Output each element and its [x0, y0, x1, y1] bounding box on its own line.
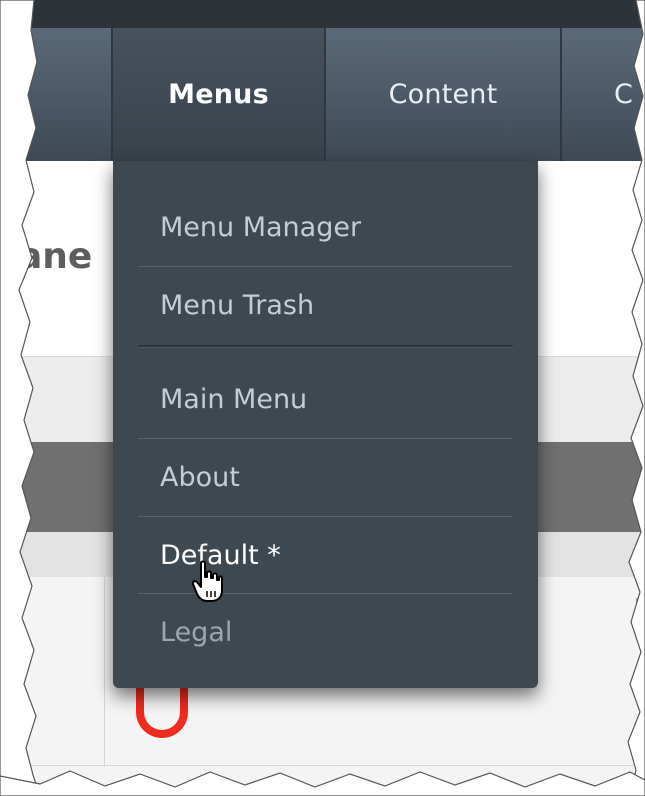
- menu-item-label: Main Menu: [160, 384, 308, 415]
- nav-item-menus[interactable]: Menus: [113, 28, 326, 161]
- menu-item-label: Menu Manager: [160, 212, 362, 243]
- screenshot-stage: rs Menus Content C ane Menu Manager Menu…: [0, 0, 645, 796]
- menu-item-label: Menu Trash: [160, 290, 315, 321]
- menu-item-label: Legal: [160, 617, 233, 648]
- menu-item-legal[interactable]: Legal: [138, 594, 513, 671]
- menu-item-main-menu[interactable]: Main Menu: [138, 361, 513, 438]
- table-column-divider: [104, 577, 105, 767]
- page-title: ane: [18, 236, 93, 277]
- nav-item-label: rs: [0, 79, 4, 110]
- nav-item-components-partial[interactable]: C: [562, 28, 645, 161]
- nav-item-label: C: [614, 79, 634, 110]
- main-nav-bar: rs Menus Content C: [0, 28, 645, 161]
- hand-pointer-icon: [192, 560, 223, 602]
- table-row-divider: [0, 765, 645, 766]
- table-cell-mark: [636, 598, 638, 620]
- top-strip: [0, 0, 645, 28]
- menus-dropdown: Menu Manager Menu Trash Main Menu About …: [113, 161, 538, 688]
- menu-group-divider: [138, 345, 513, 347]
- red-zero-glyph: [136, 688, 188, 738]
- menu-item-menu-manager[interactable]: Menu Manager: [138, 189, 513, 266]
- menu-item-label: About: [160, 462, 240, 493]
- menu-item-about[interactable]: About: [138, 439, 513, 516]
- nav-item-label: Menus: [168, 79, 269, 110]
- nav-item-users-partial[interactable]: rs: [0, 28, 113, 161]
- nav-item-label: Content: [388, 79, 498, 110]
- menu-item-menu-trash[interactable]: Menu Trash: [138, 267, 513, 344]
- nav-item-content[interactable]: Content: [326, 28, 562, 161]
